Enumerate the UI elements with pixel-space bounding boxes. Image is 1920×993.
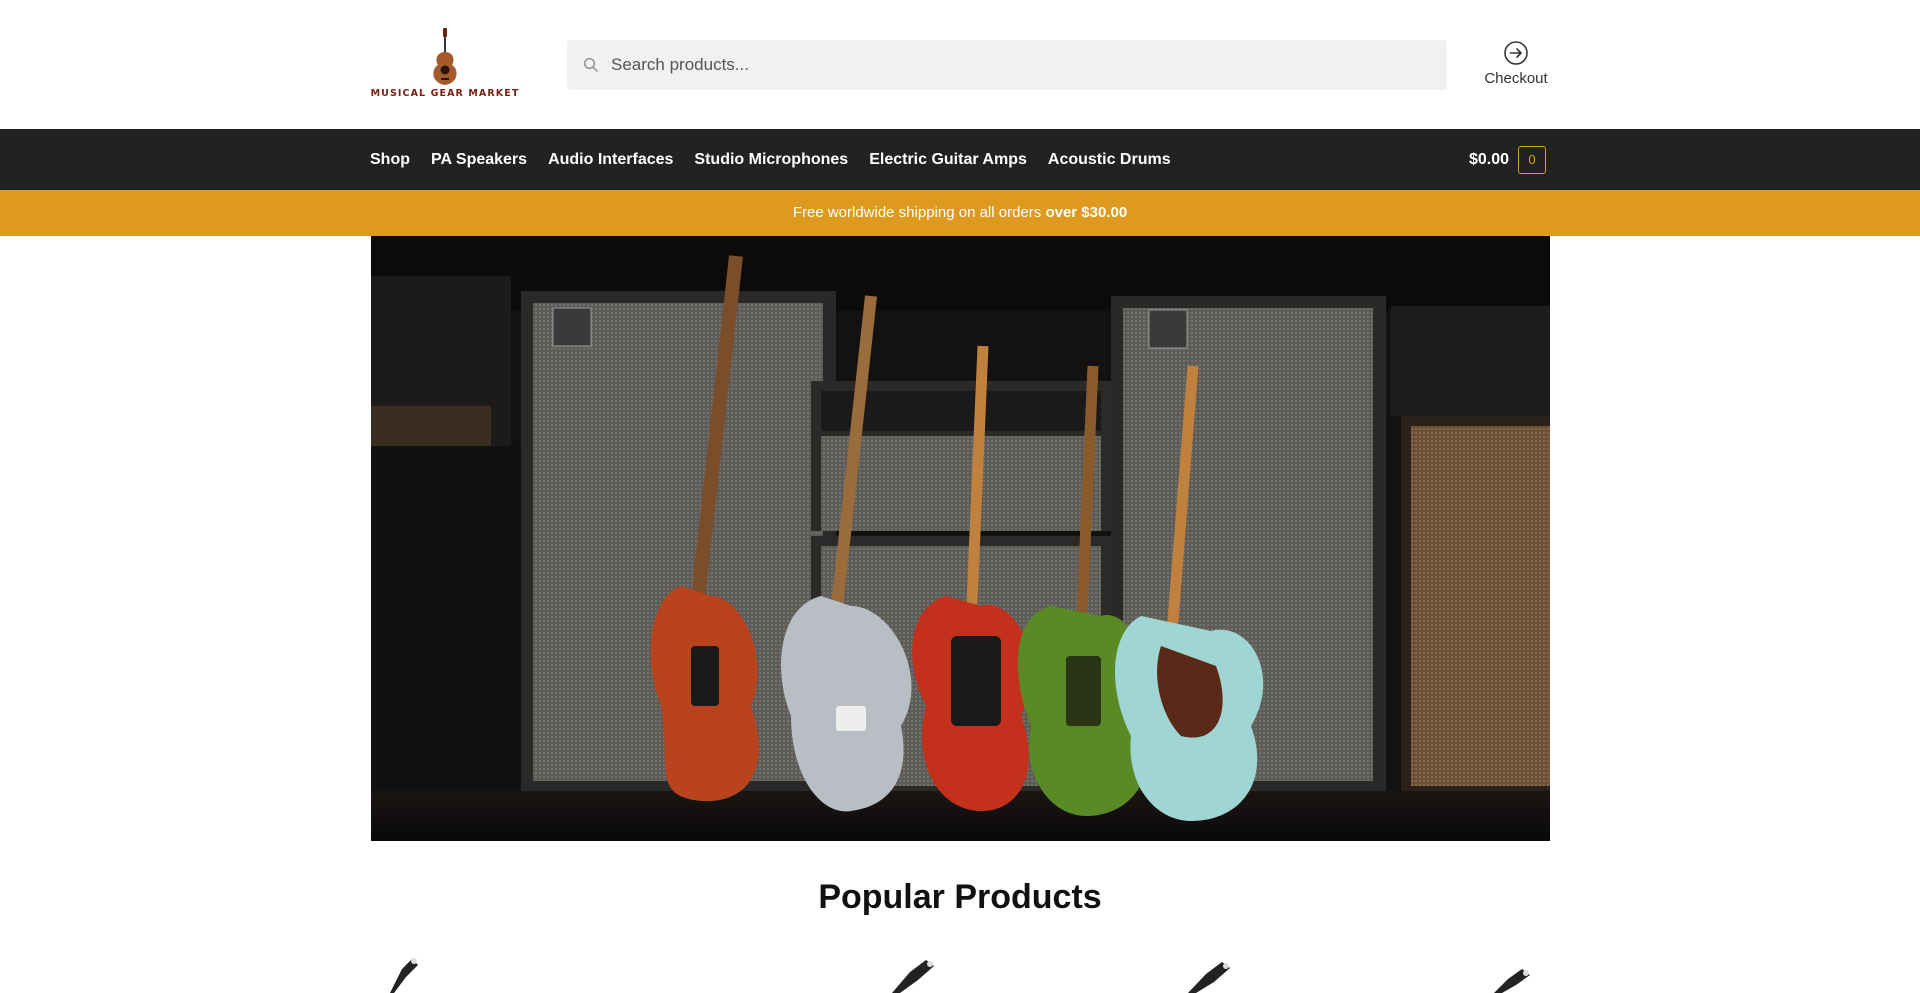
logo-text: MUSICAL GEAR MARKET: [370, 88, 520, 99]
checkout-label: Checkout: [1484, 70, 1548, 87]
search-bar: [567, 40, 1447, 90]
popular-products-title: Popular Products: [818, 878, 1102, 916]
product-thumbnail[interactable]: [1184, 960, 1238, 993]
product-thumbnail[interactable]: [384, 955, 424, 993]
hero-guitars-illustration: [371, 236, 1550, 841]
cart-total: $0.00: [1469, 151, 1510, 168]
hero-image: [371, 236, 1550, 841]
cart-count-badge: 0: [1518, 146, 1547, 174]
nav-item-electric-guitar-amps[interactable]: Electric Guitar Amps: [869, 151, 1027, 169]
arrow-circle-right-icon: [1504, 41, 1528, 65]
promo-highlight: over $30.00: [1045, 204, 1128, 221]
main-navigation: Shop PA Speakers Audio Interfaces Studio…: [0, 129, 1920, 190]
promo-text: Free worldwide shipping on all orders: [792, 204, 1042, 221]
site-header: MUSICAL GEAR MARKET Checkout: [0, 0, 1920, 129]
product-thumbnail[interactable]: [888, 958, 942, 993]
nav-item-acoustic-drums[interactable]: Acoustic Drums: [1048, 151, 1171, 169]
cart-link[interactable]: $0.00 0: [1469, 145, 1547, 175]
guitar-logo-icon: [433, 28, 457, 85]
nav-item-shop[interactable]: Shop: [370, 151, 410, 169]
search-input[interactable]: [611, 40, 1431, 90]
nav-item-pa-speakers[interactable]: PA Speakers: [431, 151, 527, 169]
checkout-link[interactable]: Checkout: [1476, 40, 1556, 96]
shipping-promo-banner: Free worldwide shipping on all orders ov…: [0, 190, 1920, 236]
search-icon: [583, 57, 598, 72]
nav-item-studio-microphones[interactable]: Studio Microphones: [694, 151, 848, 169]
nav-item-audio-interfaces[interactable]: Audio Interfaces: [548, 151, 673, 169]
nav-menu: Shop PA Speakers Audio Interfaces Studio…: [370, 129, 1192, 190]
product-thumbnail[interactable]: [1490, 967, 1536, 993]
site-logo[interactable]: MUSICAL GEAR MARKET: [370, 28, 520, 100]
